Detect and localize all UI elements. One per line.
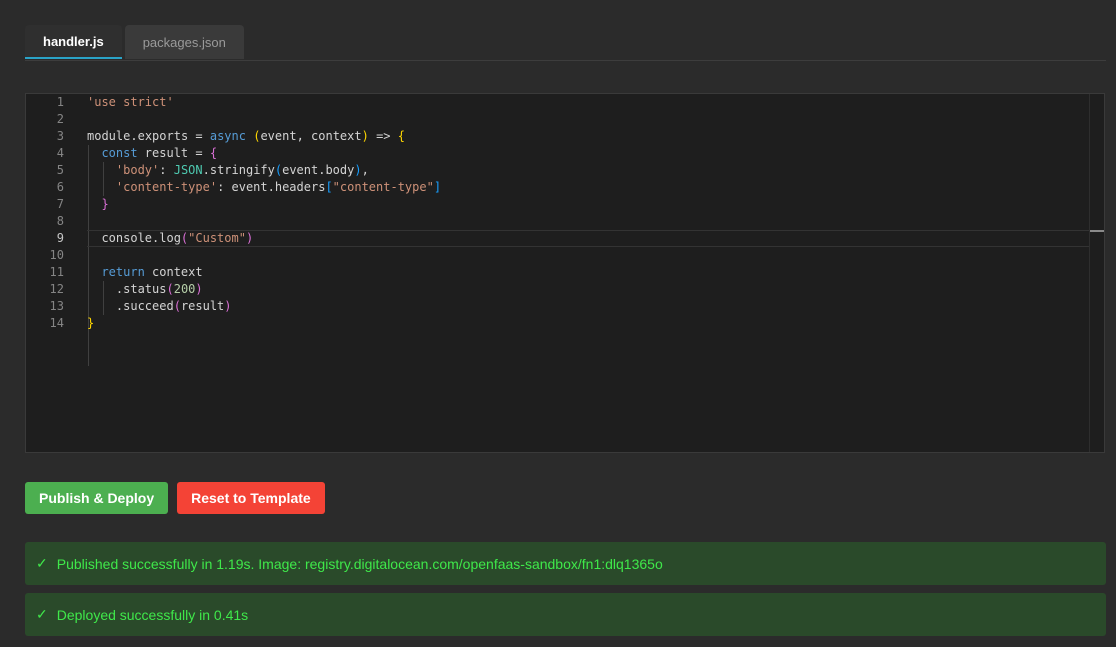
line-number: 11 — [49, 265, 64, 279]
code-line[interactable] — [87, 213, 1090, 230]
code-line[interactable]: console.log("Custom") — [87, 230, 1090, 247]
publish-deploy-button[interactable]: Publish & Deploy — [25, 482, 169, 514]
code-token: "Custom" — [188, 231, 246, 245]
line-number: 7 — [56, 197, 64, 211]
code-token: ) — [354, 163, 362, 177]
code-token: } — [101, 197, 109, 211]
code-token: ) — [361, 129, 369, 143]
line-number: 4 — [56, 146, 64, 160]
code-line[interactable]: } — [87, 196, 1090, 213]
code-token: context — [144, 265, 203, 279]
code-token: console.log — [87, 231, 181, 245]
tab-handler-js-label: handler.js — [43, 33, 104, 49]
code-token: ] — [433, 180, 442, 194]
code-token: JSON — [173, 163, 203, 177]
line-number: 12 — [49, 282, 64, 296]
code-area[interactable]: 'use strict' module.exports = async (even… — [87, 94, 1090, 452]
code-token: 200 — [173, 282, 196, 296]
code-token: .status — [87, 282, 167, 296]
tab-packages-json-label: packages.json — [142, 34, 226, 50]
code-token: 'content-type' — [115, 180, 218, 194]
code-token: : — [159, 163, 174, 177]
line-number: 14 — [49, 316, 64, 330]
line-number: 5 — [56, 163, 64, 177]
line-number: 13 — [49, 299, 64, 313]
code-token: ( — [173, 299, 181, 313]
publish-status-message: ✓ Published successfully in 1.19s. Image… — [25, 542, 1106, 585]
action-buttons: Publish & Deploy Reset to Template — [25, 482, 325, 514]
code-line[interactable]: module.exports = async (event, context) … — [87, 128, 1090, 145]
line-number: 9 — [56, 231, 64, 245]
code-token: [ — [325, 180, 333, 194]
code-token: , — [361, 163, 369, 177]
check-icon: ✓ — [36, 555, 48, 571]
code-token: = — [188, 129, 210, 143]
code-token: } — [87, 316, 95, 330]
code-line[interactable]: return context — [87, 264, 1090, 281]
deploy-status-message: ✓ Deployed successfully in 0.41s — [25, 593, 1106, 636]
editor-scrollbar[interactable] — [1089, 94, 1104, 452]
code-line[interactable]: const result = { — [87, 145, 1090, 162]
line-number-gutter: 1 2 3 4 5 6 7 8 9 10 11 12 13 14 — [26, 94, 72, 452]
code-line[interactable]: 'body': JSON.stringify(event.body), — [87, 162, 1090, 179]
tab-packages-json[interactable]: packages.json — [124, 25, 244, 59]
code-token: ) — [224, 299, 232, 313]
code-token: ( — [166, 282, 174, 296]
code-line[interactable]: 'content-type': event.headers["content-t… — [87, 179, 1090, 196]
code-line[interactable] — [87, 111, 1090, 128]
code-line[interactable]: } — [87, 315, 1090, 332]
check-icon: ✓ — [36, 606, 48, 622]
code-token: 'use strict' — [87, 95, 174, 109]
code-token: .succeed — [87, 299, 174, 313]
code-line[interactable]: .succeed(result) — [87, 298, 1090, 315]
code-token: { — [397, 129, 405, 143]
code-token: : event.headers — [217, 180, 326, 194]
code-line[interactable]: 'use strict' — [87, 94, 1090, 111]
code-token: async — [209, 129, 246, 143]
code-token: module — [87, 129, 131, 143]
line-number: 10 — [49, 248, 64, 262]
code-token: ) — [195, 282, 203, 296]
code-token: result — [180, 299, 225, 313]
code-token: exports — [137, 129, 189, 143]
scrollbar-cursor-marker — [1090, 230, 1104, 232]
line-number: 2 — [56, 112, 64, 126]
code-token: "content-type" — [332, 180, 434, 194]
deploy-status-text: Deployed successfully in 0.41s — [56, 606, 249, 623]
code-token: const — [101, 146, 138, 160]
code-token: return — [101, 265, 145, 279]
line-number: 3 — [56, 129, 64, 143]
code-token: ) — [245, 231, 254, 245]
code-token: event.body — [282, 163, 355, 177]
line-number: 6 — [56, 180, 64, 194]
line-number: 8 — [56, 214, 64, 228]
code-token: 'body' — [115, 163, 160, 177]
code-token: . — [130, 129, 138, 143]
code-editor[interactable]: 1 2 3 4 5 6 7 8 9 10 11 12 13 14 'use strict' module.e… — [25, 93, 1105, 453]
line-number: 1 — [56, 95, 64, 109]
code-line[interactable] — [87, 247, 1090, 264]
tab-handler-js[interactable]: handler.js — [25, 25, 122, 59]
reset-template-button[interactable]: Reset to Template — [177, 482, 325, 514]
code-token: event, context — [260, 129, 362, 143]
code-token: => — [368, 129, 398, 143]
code-token: .stringify — [202, 163, 275, 177]
file-tabs: handler.js packages.json — [25, 25, 1106, 61]
publish-status-text: Published successfully in 1.19s. Image: … — [56, 555, 663, 572]
code-token: result = — [137, 146, 210, 160]
code-line[interactable]: .status(200) — [87, 281, 1090, 298]
code-token: { — [209, 146, 218, 160]
